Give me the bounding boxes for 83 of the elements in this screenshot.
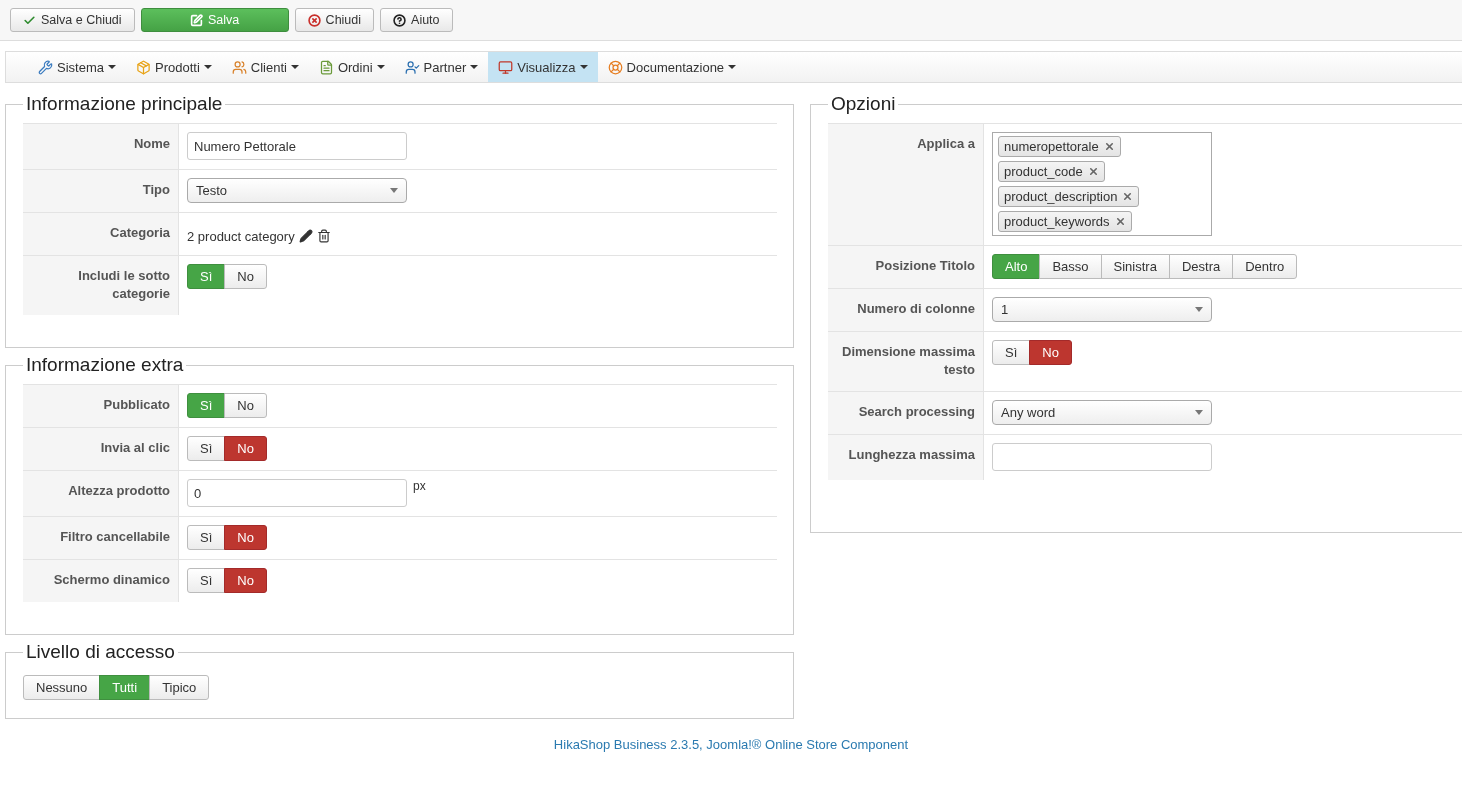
caret-icon [376,65,385,69]
pencil-icon[interactable] [298,229,313,243]
edit-icon [189,13,203,27]
option-button[interactable]: No [224,393,267,418]
menu-item[interactable]: Visualizza [488,52,598,82]
tag[interactable]: numeropettorale [998,136,1121,157]
select-field[interactable]: 1 [992,297,1212,322]
option-button[interactable]: Sinistra [1100,254,1170,279]
field-label: Dimensione massima testo [828,332,984,391]
option-button[interactable]: No [1029,340,1072,365]
trash-icon[interactable] [316,229,331,243]
partner-icon [404,59,420,75]
remove-icon[interactable] [1103,141,1115,152]
section-title: Informazione extra [25,354,185,376]
toolbar-button[interactable]: Salva e Chiudi [10,8,135,32]
option-button[interactable]: Sì [187,525,226,550]
option-button[interactable]: Sì [992,340,1031,365]
remove-icon[interactable] [1087,166,1099,177]
caret-icon [290,65,299,69]
caret-icon [579,65,588,69]
remove-icon[interactable] [1122,191,1134,202]
option-button[interactable]: Sì [187,436,226,461]
toolbar-button[interactable]: Aiuto [380,8,453,32]
field-label: Schermo dinamico [23,560,179,602]
field-label: Altezza prodotto [23,471,179,516]
caret-icon [203,65,212,69]
field-label: Categoria [23,213,179,255]
caret-icon [728,65,737,69]
help-icon [393,13,407,27]
section-title: Opzioni [830,93,897,115]
option-button[interactable]: Dentro [1232,254,1298,279]
option-button[interactable]: No [224,568,267,593]
toolbar-button[interactable]: Chiudi [294,8,375,32]
close-icon [307,13,321,27]
select-field[interactable]: Testo [187,178,407,203]
menu-item[interactable]: Clienti [221,52,309,82]
field-label: Tipo [23,170,179,212]
display-icon [498,59,514,75]
field-label: Invia al clic [23,428,179,470]
tag-field[interactable]: numeropettorale product_code product_description product_keywords [992,132,1212,236]
option-button[interactable]: Basso [1039,254,1102,279]
menu-item[interactable]: Partner [394,52,489,82]
field-label: Numero di colonne [828,289,984,331]
remove-icon[interactable] [1114,216,1126,227]
tag[interactable]: product_keywords [998,211,1132,232]
users-icon [231,59,247,75]
field-label: Nome [23,124,179,169]
text-field[interactable]: Numero Pettorale [187,132,407,160]
menu-item[interactable]: Sistema [28,52,126,82]
tools-icon [38,59,53,75]
number-field[interactable]: 0 [187,479,407,507]
caret-icon [107,65,116,69]
field-label: Includi le sotto categorie [23,256,179,315]
option-button[interactable]: Nessuno [23,675,101,700]
option-button[interactable]: No [224,525,267,550]
field-label: Lunghezza massima [828,435,984,480]
category-text: 2 product category [187,228,295,244]
menu-item[interactable]: Ordini [308,52,395,82]
footer-link[interactable]: HikaShop Business 2.3.5, Joomla!® Online Store Component [553,737,909,752]
option-button[interactable]: No [224,264,267,289]
field-label: Applica a [828,124,984,245]
option-button[interactable]: Tipico [149,675,210,700]
option-button[interactable]: Destra [1168,254,1234,279]
option-button[interactable]: Sì [187,568,226,593]
caret-icon [470,65,479,69]
field-label: Posizione Titolo [828,246,984,288]
field-label: Search processing [828,392,984,434]
section-title: Informazione principale [25,93,224,115]
tag[interactable]: product_code [998,161,1105,182]
orders-icon [318,59,334,75]
field-label: Filtro cancellabile [23,517,179,559]
tag[interactable]: product_description [998,186,1140,207]
check-icon [23,13,36,27]
box-icon [135,59,151,75]
field-label: Pubblicato [23,385,179,427]
section-title: Livello di accesso [25,641,176,663]
select-field[interactable]: Any word [992,400,1212,425]
lifebuoy-icon [607,59,623,75]
unit-label: px [413,479,426,493]
menu-item[interactable]: Prodotti [125,52,222,82]
text-field[interactable] [992,443,1212,471]
option-button[interactable]: No [224,436,267,461]
menu-item[interactable]: Documentazione [597,52,747,82]
